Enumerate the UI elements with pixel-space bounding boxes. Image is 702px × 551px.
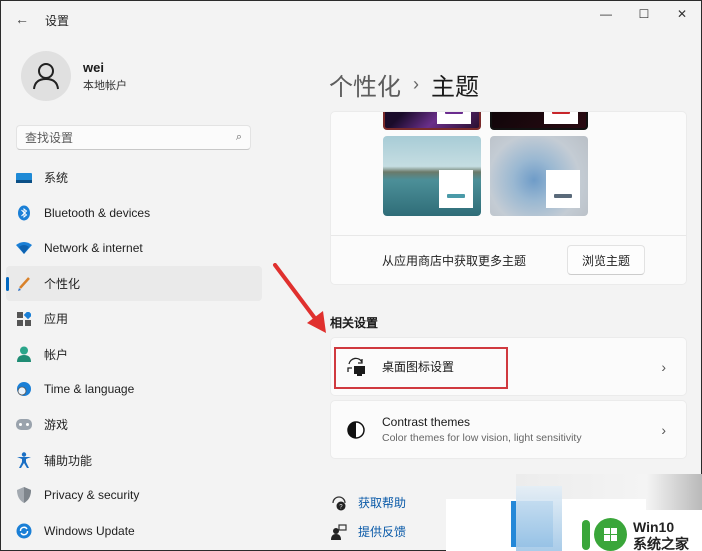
store-text: 从应用商店中获取更多主题 [382, 253, 527, 268]
brush-icon [16, 276, 32, 292]
search-icon[interactable]: ⌕ [236, 131, 242, 144]
themes-card: 从应用商店中获取更多主题 浏览主题 [330, 111, 687, 285]
avatar [21, 51, 71, 101]
account-type: 本地帐户 [83, 79, 127, 92]
sidebar-item-label: Bluetooth & devices [44, 205, 151, 220]
windows-logo-icon [594, 518, 627, 551]
theme-accent-bar [445, 112, 463, 114]
gamepad-icon [16, 417, 32, 433]
sidebar-item-label: Privacy & security [44, 488, 140, 503]
apps-icon [16, 311, 32, 327]
sidebar-nav: 系统 Bluetooth & devices Network & interne… [6, 160, 262, 548]
minimize-icon: — [600, 7, 612, 21]
theme-thumbnail[interactable] [490, 136, 588, 216]
search-box[interactable]: ⌕ [16, 125, 251, 150]
watermark-logo [582, 520, 590, 550]
theme-window-preview [439, 170, 473, 208]
minimize-button[interactable]: — [587, 1, 625, 27]
feedback-icon [330, 523, 348, 541]
sidebar-item-accessibility[interactable]: 辅助功能 [6, 442, 262, 477]
sidebar-item-time-language[interactable]: Time & language [6, 372, 262, 407]
globe-clock-icon [16, 381, 32, 397]
breadcrumb: 个性化 › 主题 [329, 67, 479, 102]
link-label: 提供反馈 [358, 525, 407, 539]
theme-window-preview [437, 112, 471, 124]
sidebar-item-label: Network & internet [44, 241, 143, 256]
sidebar-item-label: 帐户 [44, 347, 69, 362]
browse-themes-button[interactable]: 浏览主题 [567, 245, 645, 275]
desktop-icon-settings-icon [345, 356, 367, 378]
sidebar-item-gaming[interactable]: 游戏 [6, 407, 262, 442]
sidebar-item-label: Windows Update [44, 523, 135, 538]
watermark-line2: 系统之家 [633, 536, 689, 551]
help-icon: ? [330, 494, 348, 512]
bluetooth-icon [16, 205, 32, 221]
give-feedback-link[interactable]: 提供反馈 [330, 517, 406, 546]
contrast-icon [345, 419, 367, 441]
sidebar-item-system[interactable]: 系统 [6, 160, 262, 195]
window-controls: — ☐ ✕ [587, 1, 701, 27]
chevron-right-icon: › [661, 421, 666, 438]
theme-accent-bar [447, 194, 465, 198]
sidebar-item-windows-update[interactable]: Windows Update [6, 513, 262, 548]
sidebar-item-label: 应用 [44, 312, 69, 327]
page-title: 主题 [431, 74, 479, 101]
sidebar-item-bluetooth[interactable]: Bluetooth & devices [6, 195, 262, 230]
theme-window-preview [546, 170, 580, 208]
system-icon [16, 170, 32, 186]
shield-icon [16, 487, 32, 504]
sidebar-item-label: Time & language [44, 382, 135, 397]
annotation-arrow [273, 263, 326, 333]
theme-thumbnail[interactable] [490, 112, 588, 130]
update-icon [16, 523, 32, 539]
sidebar-item-personalization[interactable]: 个性化 [6, 265, 262, 302]
watermark: Win10 系统之家 [446, 474, 702, 551]
profile-name: wei [83, 59, 104, 75]
title-bar: ← 设置 — ☐ ✕ [1, 1, 701, 37]
accessibility-icon [16, 452, 32, 469]
theme-thumbnail[interactable] [383, 112, 481, 130]
sidebar-item-privacy[interactable]: Privacy & security [6, 478, 262, 513]
back-button[interactable]: ← [13, 10, 31, 28]
theme-accent-bar [552, 112, 570, 114]
breadcrumb-separator: › [413, 74, 419, 94]
chevron-right-icon: › [661, 358, 666, 375]
theme-accent-bar [554, 194, 572, 198]
sidebar-item-label: 辅助功能 [44, 453, 93, 468]
user-profile[interactable]: wei 本地帐户 [21, 51, 127, 101]
sidebar-item-label: 游戏 [44, 418, 69, 433]
app-title: 设置 [45, 14, 70, 28]
sidebar-item-apps[interactable]: 应用 [6, 301, 262, 336]
wifi-icon [16, 240, 32, 256]
close-icon: ✕ [676, 7, 688, 21]
get-help-link[interactable]: ? 获取帮助 [330, 488, 406, 517]
search-input[interactable] [25, 130, 236, 145]
sidebar-item-accounts[interactable]: 帐户 [6, 336, 262, 371]
sidebar-item-label: 个性化 [44, 277, 81, 292]
close-button[interactable]: ✕ [663, 1, 701, 27]
sidebar-item-network[interactable]: Network & internet [6, 231, 262, 266]
contrast-themes-card[interactable]: Contrast themes Color themes for low vis… [330, 400, 687, 459]
card-subtitle: Color themes for low vision, light sensi… [382, 432, 582, 444]
account-icon [16, 346, 32, 363]
theme-window-preview [544, 112, 578, 124]
sidebar-item-label: 系统 [44, 171, 69, 186]
help-links: ? 获取帮助 提供反馈 [330, 488, 406, 546]
breadcrumb-parent[interactable]: 个性化 [329, 67, 401, 102]
link-label: 获取帮助 [358, 496, 407, 510]
themes-store-row: 从应用商店中获取更多主题 浏览主题 [331, 235, 686, 284]
card-title: 桌面图标设置 [382, 360, 455, 374]
arrow-left-icon: ← [15, 11, 29, 27]
card-title: Contrast themes [382, 415, 471, 429]
theme-thumbnail[interactable] [383, 136, 481, 216]
watermark-line1: Win10 [633, 519, 675, 535]
related-settings-title: 相关设置 [330, 316, 379, 330]
desktop-icon-settings-card[interactable]: 桌面图标设置 › [330, 337, 687, 396]
maximize-button[interactable]: ☐ [625, 1, 663, 27]
user-icon [33, 63, 59, 90]
maximize-icon: ☐ [638, 7, 650, 21]
